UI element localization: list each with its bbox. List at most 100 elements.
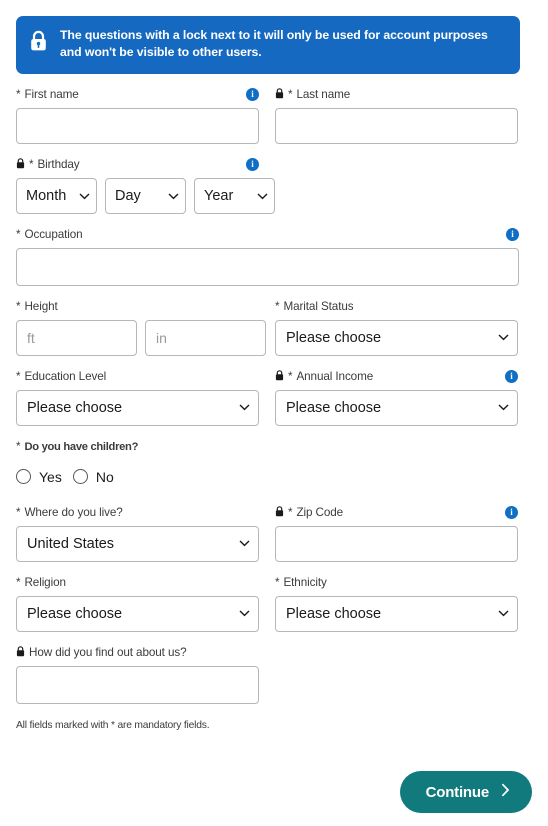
- info-icon[interactable]: i: [505, 370, 518, 384]
- referral-row: How did you find out about us?: [16, 644, 532, 704]
- religion-select[interactable]: Please choose: [16, 595, 259, 632]
- info-icon[interactable]: i: [246, 88, 259, 102]
- signup-profile-form: The questions with a lock next to it wil…: [0, 0, 548, 826]
- occupation-group: * Occupation i: [16, 226, 519, 286]
- how-did-you-find-us-label-text: How did you find out about us?: [29, 646, 187, 660]
- lock-icon: [275, 506, 284, 520]
- lock-icon: [275, 370, 284, 384]
- annual-income-label: * Annual Income: [275, 370, 373, 384]
- ethnicity-wrap: Please choose: [275, 595, 518, 632]
- birth-year-wrap: Year: [194, 177, 275, 214]
- height-label: * Height: [16, 300, 58, 314]
- occupation-row: * Occupation i: [16, 226, 532, 286]
- zip-code-group: * Zip Code i: [275, 504, 518, 562]
- children-radio-yes-label: Yes: [39, 468, 62, 485]
- where-do-you-live-label-text: Where do you live?: [24, 506, 123, 520]
- occupation-label-text: Occupation: [24, 228, 83, 242]
- how-did-you-find-us-input[interactable]: [16, 665, 259, 704]
- religion-label: * Religion: [16, 576, 66, 590]
- birth-year-select[interactable]: Year: [194, 177, 275, 214]
- where-do-you-live-select[interactable]: United States: [16, 525, 259, 562]
- education-level-select[interactable]: Please choose: [16, 389, 259, 426]
- lock-icon: [29, 30, 48, 57]
- children-label-text: Do you have children?: [24, 440, 139, 453]
- marital-status-group: * Marital Status Please choose: [275, 298, 518, 356]
- birthday-label-text: Birthday: [37, 158, 80, 172]
- mandatory-note: All fields marked with * are mandatory f…: [16, 719, 210, 731]
- ethnicity-select[interactable]: Please choose: [275, 595, 518, 632]
- ethnicity-group: * Ethnicity Please choose: [275, 574, 518, 632]
- last-name-label: * Last name: [275, 88, 350, 102]
- ethnicity-label: * Ethnicity: [275, 576, 327, 590]
- first-name-group: * First name i: [16, 86, 259, 144]
- last-name-group: * Last name: [275, 86, 518, 144]
- last-name-input[interactable]: [275, 107, 518, 144]
- height-marital-row: * Height * Marital Status Please choose: [16, 298, 532, 356]
- form-footer: Continue: [16, 771, 532, 813]
- height-group: * Height: [16, 298, 266, 356]
- children-radio-group: Yes No: [16, 462, 519, 492]
- children-radio-yes[interactable]: Yes: [16, 469, 62, 485]
- first-name-input[interactable]: [16, 107, 259, 144]
- education-level-group: * Education Level Please choose: [16, 368, 259, 426]
- zip-code-label-text: Zip Code: [296, 506, 344, 520]
- education-income-row: * Education Level Please choose * Annual…: [16, 368, 532, 426]
- marital-status-label-text: Marital Status: [283, 300, 354, 314]
- name-row: * First name i * Last name: [16, 86, 532, 144]
- children-row: * Do you have children? Yes No: [16, 438, 532, 492]
- occupation-input[interactable]: [16, 247, 519, 286]
- birthday-selects: Month Day Year: [16, 177, 275, 214]
- birth-day-select[interactable]: Day: [105, 177, 186, 214]
- lock-notice-text: The questions with a lock next to it wil…: [60, 28, 488, 60]
- zip-code-input[interactable]: [275, 525, 518, 562]
- religion-label-text: Religion: [24, 576, 66, 590]
- info-icon[interactable]: i: [506, 228, 519, 242]
- first-name-label-text: First name: [24, 88, 79, 102]
- children-label: * Do you have children?: [16, 440, 139, 454]
- first-name-label: * First name: [16, 88, 79, 102]
- height-feet-input[interactable]: [16, 319, 137, 356]
- marital-status-select[interactable]: Please choose: [275, 319, 518, 356]
- last-name-label-text: Last name: [296, 88, 351, 102]
- lock-icon: [16, 646, 25, 660]
- location-row: * Where do you live? United States * Zip…: [16, 504, 532, 562]
- continue-button-label: Continue: [425, 783, 490, 801]
- education-level-label: * Education Level: [16, 370, 107, 384]
- children-radio-no-label: No: [95, 468, 114, 485]
- marital-status-label: * Marital Status: [275, 300, 354, 314]
- religion-group: * Religion Please choose: [16, 574, 259, 632]
- birthday-group: * Birthday i Month Day Year: [16, 156, 275, 214]
- chevron-right-icon: [501, 783, 510, 801]
- lock-icon: [16, 158, 25, 172]
- annual-income-group: * Annual Income i Please choose: [275, 368, 518, 426]
- lock-notice-banner: The questions with a lock next to it wil…: [16, 16, 520, 74]
- lock-icon: [275, 88, 284, 102]
- height-inches-input[interactable]: [145, 319, 266, 356]
- occupation-label: * Occupation: [16, 228, 83, 242]
- education-level-wrap: Please choose: [16, 389, 259, 426]
- radio-circle-icon: [72, 469, 88, 485]
- birth-day-wrap: Day: [105, 177, 186, 214]
- where-do-you-live-group: * Where do you live? United States: [16, 504, 259, 562]
- children-group: * Do you have children? Yes No: [16, 438, 519, 492]
- info-icon[interactable]: i: [505, 506, 518, 520]
- birthday-row-spacer: [275, 156, 518, 214]
- zip-code-label: * Zip Code: [275, 506, 343, 520]
- info-icon[interactable]: i: [246, 158, 259, 172]
- continue-button[interactable]: Continue: [399, 771, 532, 813]
- referral-row-spacer: [275, 644, 518, 704]
- religion-ethnicity-row: * Religion Please choose * Ethnicity Ple…: [16, 574, 532, 632]
- birth-month-select[interactable]: Month: [16, 177, 97, 214]
- annual-income-wrap: Please choose: [275, 389, 518, 426]
- birthday-row: * Birthday i Month Day Year: [16, 156, 532, 214]
- how-did-you-find-us-label: How did you find out about us?: [16, 646, 187, 660]
- where-do-you-live-label: * Where do you live?: [16, 506, 123, 520]
- education-level-label-text: Education Level: [24, 370, 107, 384]
- birthday-label: * Birthday: [16, 158, 80, 172]
- marital-status-wrap: Please choose: [275, 319, 518, 356]
- children-radio-no[interactable]: No: [72, 468, 114, 485]
- ethnicity-label-text: Ethnicity: [283, 576, 327, 590]
- height-label-text: Height: [24, 300, 58, 314]
- height-inputs: [16, 319, 266, 356]
- annual-income-select[interactable]: Please choose: [275, 389, 518, 426]
